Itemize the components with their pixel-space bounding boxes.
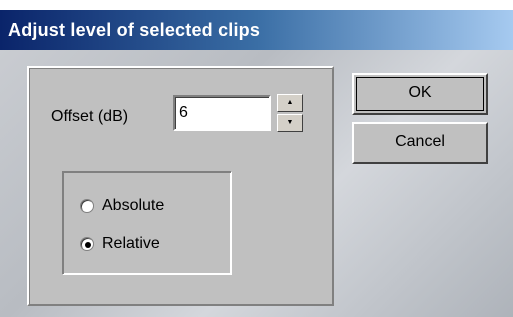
radio-circle-icon — [80, 199, 94, 213]
offset-input[interactable] — [173, 95, 271, 131]
dialog-title[interactable]: Adjust level of selected clips — [0, 10, 513, 50]
spin-down-arrow-icon[interactable]: ▼ — [277, 114, 303, 132]
radio-circle-icon — [80, 237, 94, 251]
radio-selected-dot-icon — [85, 242, 91, 248]
offset-label: Offset (dB) — [51, 108, 129, 125]
cancel-button[interactable]: Cancel — [352, 122, 488, 164]
relative-radio[interactable]: Relative — [80, 234, 230, 256]
mode-group — [62, 171, 232, 275]
spin-up-arrow-icon[interactable]: ▲ — [277, 94, 303, 112]
absolute-radio[interactable]: Absolute — [80, 196, 230, 218]
relative-radio-label: Relative — [102, 235, 160, 252]
adjust-level-dialog: Adjust level of selected clips Offset (d… — [0, 0, 513, 317]
absolute-radio-label: Absolute — [102, 197, 165, 214]
ok-button[interactable]: OK — [352, 73, 488, 115]
